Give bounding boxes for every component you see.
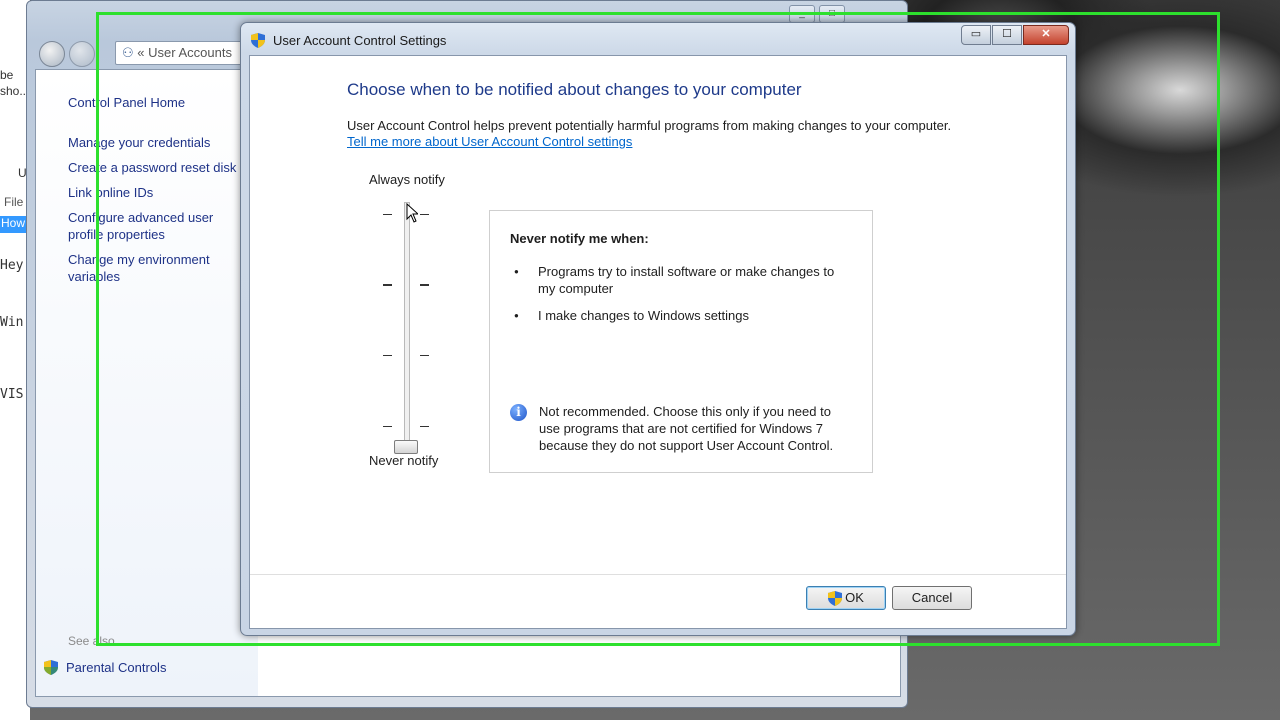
explorer-minimize-button[interactable]: _: [789, 5, 815, 23]
info-icon: i: [510, 404, 527, 421]
footer-divider: [250, 574, 1066, 575]
link-control-panel-home[interactable]: Control Panel Home: [68, 94, 248, 111]
list-item: I make changes to Windows settings: [510, 307, 850, 324]
maximize-button[interactable]: ☐: [992, 25, 1022, 45]
slider-tick: [420, 214, 429, 215]
slider-tick: [383, 426, 392, 427]
shield-icon: [44, 660, 58, 675]
link-advanced-profile[interactable]: Configure advanced user profile properti…: [68, 209, 248, 243]
slider-tick: [420, 284, 429, 286]
see-also-heading: See also: [68, 634, 115, 648]
slider-tick: [420, 426, 429, 427]
address-bar-icon: ⚇: [122, 45, 134, 60]
slider-tick: [383, 284, 392, 286]
uac-settings-dialog: User Account Control Settings ▭ ☐ ✕ Choo…: [240, 22, 1076, 636]
fragment-text: be: [0, 68, 14, 82]
parental-controls-label: Parental Controls: [66, 660, 167, 675]
forward-button[interactable]: [69, 41, 95, 67]
task-pane: Control Panel Home Manage your credentia…: [36, 70, 258, 696]
slider-tick: [383, 214, 392, 215]
cancel-button[interactable]: Cancel: [892, 586, 972, 610]
link-password-reset-disk[interactable]: Create a password reset disk: [68, 159, 248, 176]
caption-buttons: ▭ ☐ ✕: [961, 25, 1069, 45]
note-text: Not recommended. Choose this only if you…: [539, 404, 834, 453]
info-bullets: Programs try to install software or make…: [510, 263, 850, 334]
fragment-text: Win: [0, 315, 24, 330]
dialog-titlebar[interactable]: User Account Control Settings: [251, 28, 446, 52]
dialog-client-area: Choose when to be notified about changes…: [249, 55, 1067, 629]
uac-shield-icon: [251, 32, 265, 48]
slider-tick: [383, 355, 392, 356]
link-manage-credentials[interactable]: Manage your credentials: [68, 134, 248, 151]
link-parental-controls[interactable]: Parental Controls: [44, 660, 166, 675]
explorer-maximize-button[interactable]: □: [819, 5, 845, 23]
slider-thumb[interactable]: [394, 440, 418, 454]
description-text: User Account Control helps prevent poten…: [347, 118, 952, 133]
menu-file[interactable]: File: [4, 195, 23, 209]
ok-label: OK: [845, 590, 864, 605]
address-text: User Accounts: [148, 45, 232, 60]
fragment-text: Hey: [0, 258, 24, 273]
level-description-panel: Never notify me when: Programs try to in…: [489, 210, 873, 473]
uac-shield-icon: [828, 590, 843, 606]
mouse-cursor-icon: [406, 203, 418, 223]
ok-button[interactable]: OK: [806, 586, 886, 610]
notify-level-slider[interactable]: [404, 202, 410, 452]
slider-top-label: Always notify: [369, 172, 445, 187]
close-button[interactable]: ✕: [1023, 25, 1069, 45]
back-button[interactable]: [39, 41, 65, 67]
minimize-button[interactable]: ▭: [961, 25, 991, 45]
link-environment-variables[interactable]: Change my environment variables: [68, 251, 248, 285]
list-item: Programs try to install software or make…: [510, 263, 850, 297]
fragment-text: sho...: [0, 84, 30, 98]
fragment-text: VIS: [0, 387, 24, 402]
learn-more-link[interactable]: Tell me more about User Account Control …: [347, 134, 632, 149]
slider-tick: [420, 355, 429, 356]
dialog-title: User Account Control Settings: [273, 32, 447, 48]
address-chevrons: «: [137, 45, 145, 60]
link-online-ids[interactable]: Link online IDs: [68, 184, 248, 201]
page-heading: Choose when to be notified about changes…: [347, 80, 802, 99]
slider-bottom-label: Never notify: [369, 453, 439, 468]
info-title: Never notify me when:: [510, 231, 649, 246]
recommendation-note: i Not recommended. Choose this only if y…: [510, 403, 850, 454]
